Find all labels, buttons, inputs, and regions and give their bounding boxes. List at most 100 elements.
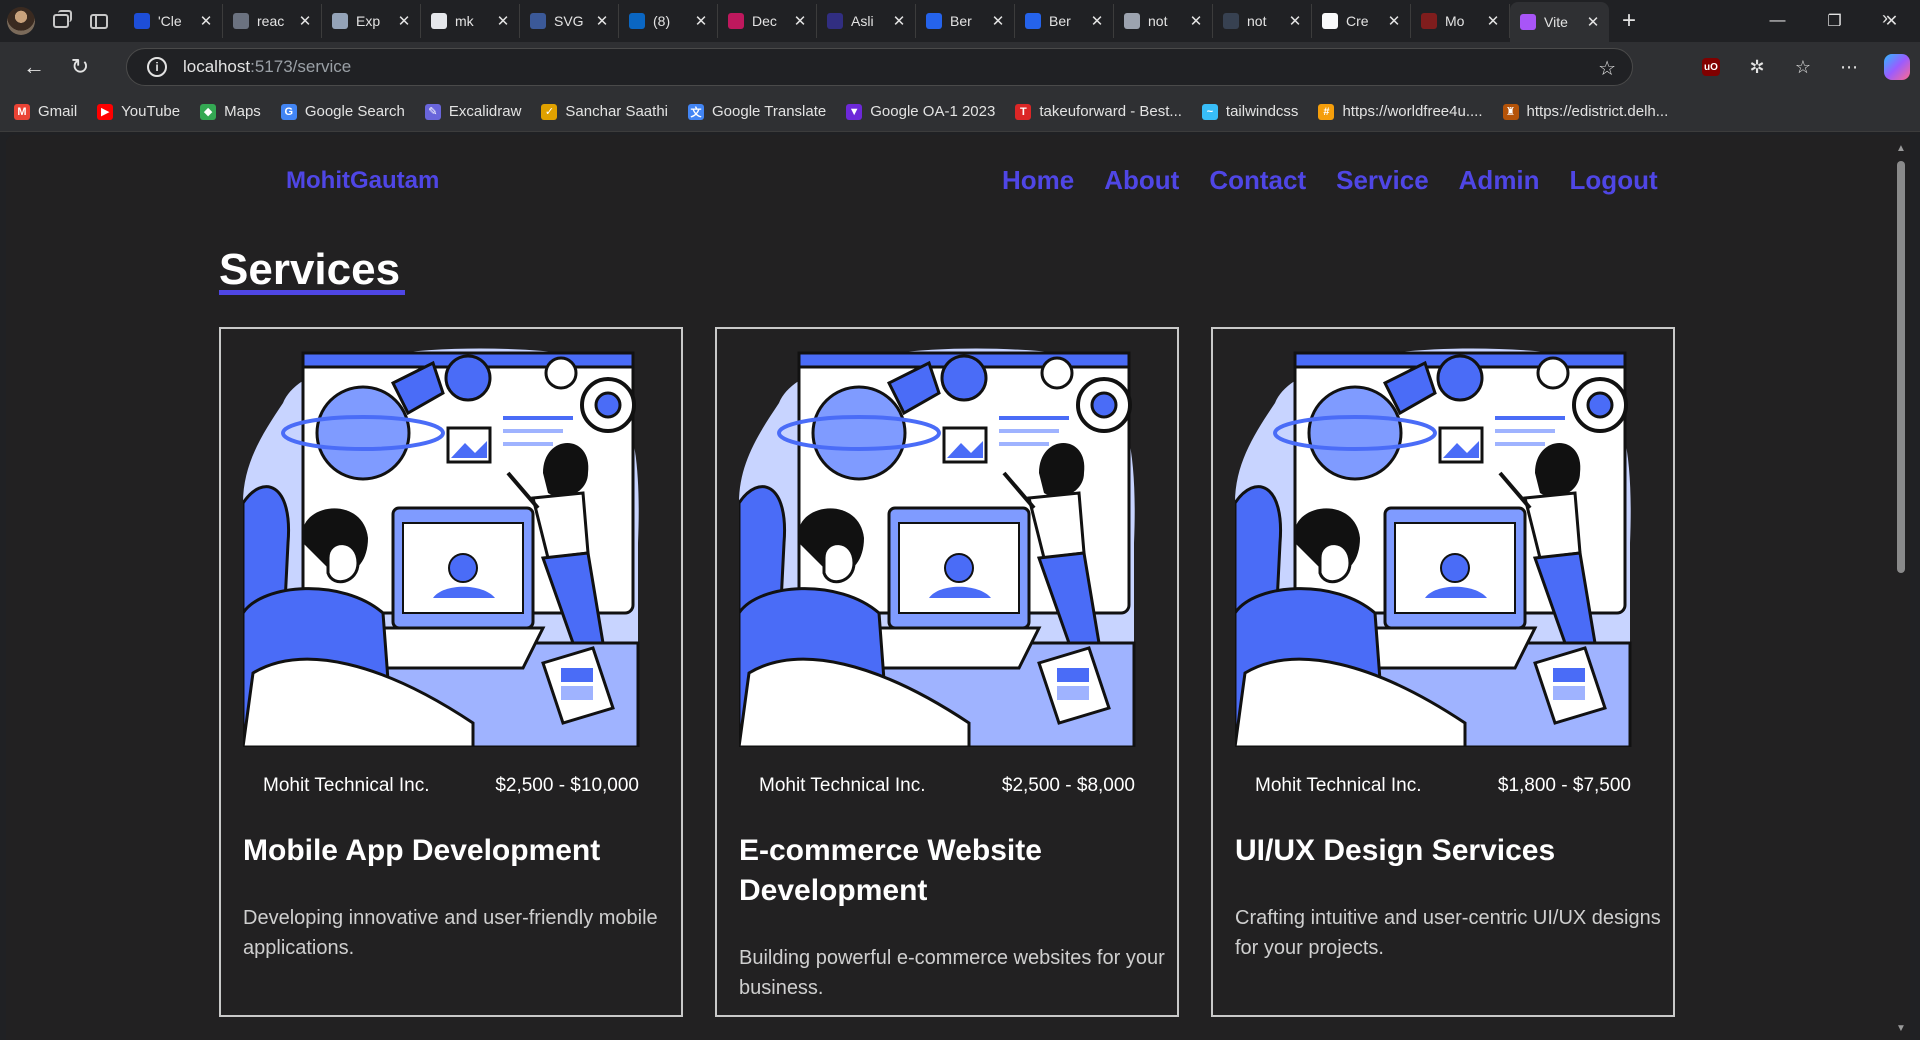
bookmark-favicon-icon: # [1318, 103, 1335, 120]
tab-title: SVG [554, 13, 584, 29]
scroll-thumb[interactable] [1897, 161, 1905, 573]
bookmark-item[interactable]: M Gmail [14, 103, 77, 120]
browser-tab[interactable]: SVG ✕ [520, 4, 619, 38]
browser-tab[interactable]: not ✕ [1114, 4, 1213, 38]
tab-close-icon[interactable]: ✕ [1384, 12, 1404, 30]
extensions-puzzle-icon[interactable]: ✲ [1734, 47, 1780, 87]
bookmark-item[interactable]: ◆ Maps [200, 103, 261, 120]
service-card[interactable]: Mohit Technical Inc. $2,500 - $10,000 Mo… [219, 327, 683, 1017]
favorites-icon[interactable]: ☆ [1780, 47, 1826, 87]
tab-close-icon[interactable]: ✕ [790, 12, 810, 30]
favorite-star-icon[interactable]: ☆ [1598, 56, 1616, 81]
browser-tab[interactable]: mk ✕ [421, 4, 520, 38]
tab-title: mk [455, 13, 474, 29]
bookmark-favicon-icon: ▼ [846, 103, 863, 120]
tab-close-icon[interactable]: ✕ [1186, 12, 1206, 30]
address-url[interactable]: localhost:5173/service [183, 57, 351, 77]
restore-button[interactable]: ❐ [1806, 0, 1863, 42]
bookmark-label: YouTube [121, 103, 181, 120]
bookmark-item[interactable]: 文 Google Translate [688, 103, 826, 120]
browser-tab[interactable]: Ber ✕ [1015, 4, 1114, 38]
bookmark-item[interactable]: G Google Search [280, 103, 405, 120]
tab-close-icon[interactable]: ✕ [196, 12, 216, 30]
card-price: $2,500 - $8,000 [1001, 775, 1135, 796]
vertical-tabs-button[interactable] [80, 0, 118, 42]
card-price: $2,500 - $10,000 [495, 775, 639, 796]
tab-close-icon[interactable]: ✕ [691, 12, 711, 30]
nav-admin[interactable]: Admin [1459, 165, 1540, 196]
bookmark-item[interactable]: ▶ YouTube [97, 103, 180, 120]
tab-favicon-icon [332, 13, 348, 29]
profile-button[interactable] [0, 0, 42, 42]
bookmark-favicon-icon: T [1015, 103, 1032, 120]
nav-contact[interactable]: Contact [1209, 165, 1306, 196]
back-button[interactable]: ← [12, 47, 56, 87]
bookmark-label: Google OA-1 2023 [870, 103, 996, 120]
tab-close-icon[interactable]: ✕ [592, 12, 612, 30]
tab-title: not [1247, 13, 1267, 29]
tab-favicon-icon [1025, 13, 1041, 29]
tab-close-icon[interactable]: ✕ [1087, 12, 1107, 30]
bookmark-item[interactable]: ▼ Google OA-1 2023 [846, 103, 995, 120]
browser-tab[interactable]: Asli ✕ [817, 4, 916, 38]
scroll-up-arrow-icon[interactable]: ▲ [1896, 143, 1906, 154]
tab-list: 'Cle ✕ reac ✕ Exp ✕ mk ✕ SVG ✕ (8) ✕ Dec ✕ Asli ✕ Ber ✕ Be… [124, 0, 1609, 42]
service-card[interactable]: Mohit Technical Inc. $1,800 - $7,500 UI/… [1211, 327, 1675, 1017]
browser-tab[interactable]: Vite ✕ [1510, 2, 1609, 42]
tab-close-icon[interactable]: ✕ [1483, 12, 1503, 30]
tab-favicon-icon [1124, 13, 1140, 29]
tab-close-icon[interactable]: ✕ [394, 12, 414, 30]
reload-icon: ↻ [70, 54, 90, 79]
browser-tab[interactable]: 'Cle ✕ [124, 4, 223, 38]
tab-close-icon[interactable]: ✕ [1285, 12, 1305, 30]
service-card[interactable]: Mohit Technical Inc. $2,500 - $8,000 E-c… [715, 327, 1179, 1017]
tab-close-icon[interactable]: ✕ [1583, 13, 1603, 31]
nav-logout[interactable]: Logout [1570, 165, 1658, 196]
bookmark-item[interactable]: ✓ Sanchar Saathi [541, 103, 668, 120]
ublock-extension-icon[interactable]: uO [1702, 58, 1720, 76]
tab-title: (8) [653, 13, 671, 29]
card-price: $1,800 - $7,500 [1497, 775, 1631, 796]
bookmark-item[interactable]: ✎ Excalidraw [424, 103, 522, 120]
browser-tab[interactable]: (8) ✕ [619, 4, 718, 38]
bookmarks-more-chevron-icon[interactable]: › [1882, 8, 1888, 29]
tab-close-icon[interactable]: ✕ [493, 12, 513, 30]
close-window-button[interactable]: ✕ [1863, 0, 1920, 42]
tab-close-icon[interactable]: ✕ [295, 12, 315, 30]
bookmark-label: Excalidraw [448, 103, 522, 120]
reload-button[interactable]: ↻ [58, 47, 102, 87]
card-description: Developing innovative and user-friendly … [243, 907, 658, 959]
browser-tab[interactable]: Exp ✕ [322, 4, 421, 38]
nav-home[interactable]: Home [1002, 165, 1074, 196]
more-menu-icon[interactable]: ⋯ [1826, 47, 1872, 87]
tab-title: Dec [752, 13, 777, 29]
site-info-icon[interactable]: i [147, 57, 167, 77]
scroll-down-arrow-icon[interactable]: ▼ [1896, 1023, 1906, 1034]
new-tab-button[interactable]: + [1609, 0, 1649, 42]
nav-about[interactable]: About [1104, 165, 1179, 196]
workspaces-button[interactable] [42, 0, 80, 42]
browser-tab[interactable]: Cre ✕ [1312, 4, 1411, 38]
tab-close-icon[interactable]: ✕ [988, 12, 1008, 30]
page-scrollbar[interactable]: ▲ ▼ [1892, 135, 1910, 1040]
browser-tab[interactable]: Dec ✕ [718, 4, 817, 38]
tab-title: 'Cle [158, 13, 182, 29]
tab-close-icon[interactable]: ✕ [889, 12, 909, 30]
bookmark-item[interactable]: # https://worldfree4u.... [1318, 103, 1483, 120]
address-bar[interactable]: i localhost:5173/service ☆ [126, 48, 1633, 86]
browser-tab[interactable]: reac ✕ [223, 4, 322, 38]
nav-service[interactable]: Service [1336, 165, 1429, 196]
bookmark-label: Google Search [304, 103, 405, 120]
browser-tab[interactable]: not ✕ [1213, 4, 1312, 38]
browser-tab[interactable]: Mo ✕ [1411, 4, 1510, 38]
bookmark-item[interactable]: ♜ https://edistrict.delh... [1502, 103, 1668, 120]
bookmark-item[interactable]: ~ tailwindcss [1201, 103, 1298, 120]
browser-tab[interactable]: Ber ✕ [916, 4, 1015, 38]
copilot-icon[interactable] [1884, 54, 1910, 80]
page-title: Services [219, 245, 401, 294]
site-brand[interactable]: MohitGautam [286, 167, 439, 195]
tab-favicon-icon [233, 13, 249, 29]
bookmark-item[interactable]: Ttakeuforward - Best... [1015, 103, 1182, 120]
tab-title: reac [257, 13, 285, 29]
minimize-button[interactable]: — [1749, 0, 1806, 42]
